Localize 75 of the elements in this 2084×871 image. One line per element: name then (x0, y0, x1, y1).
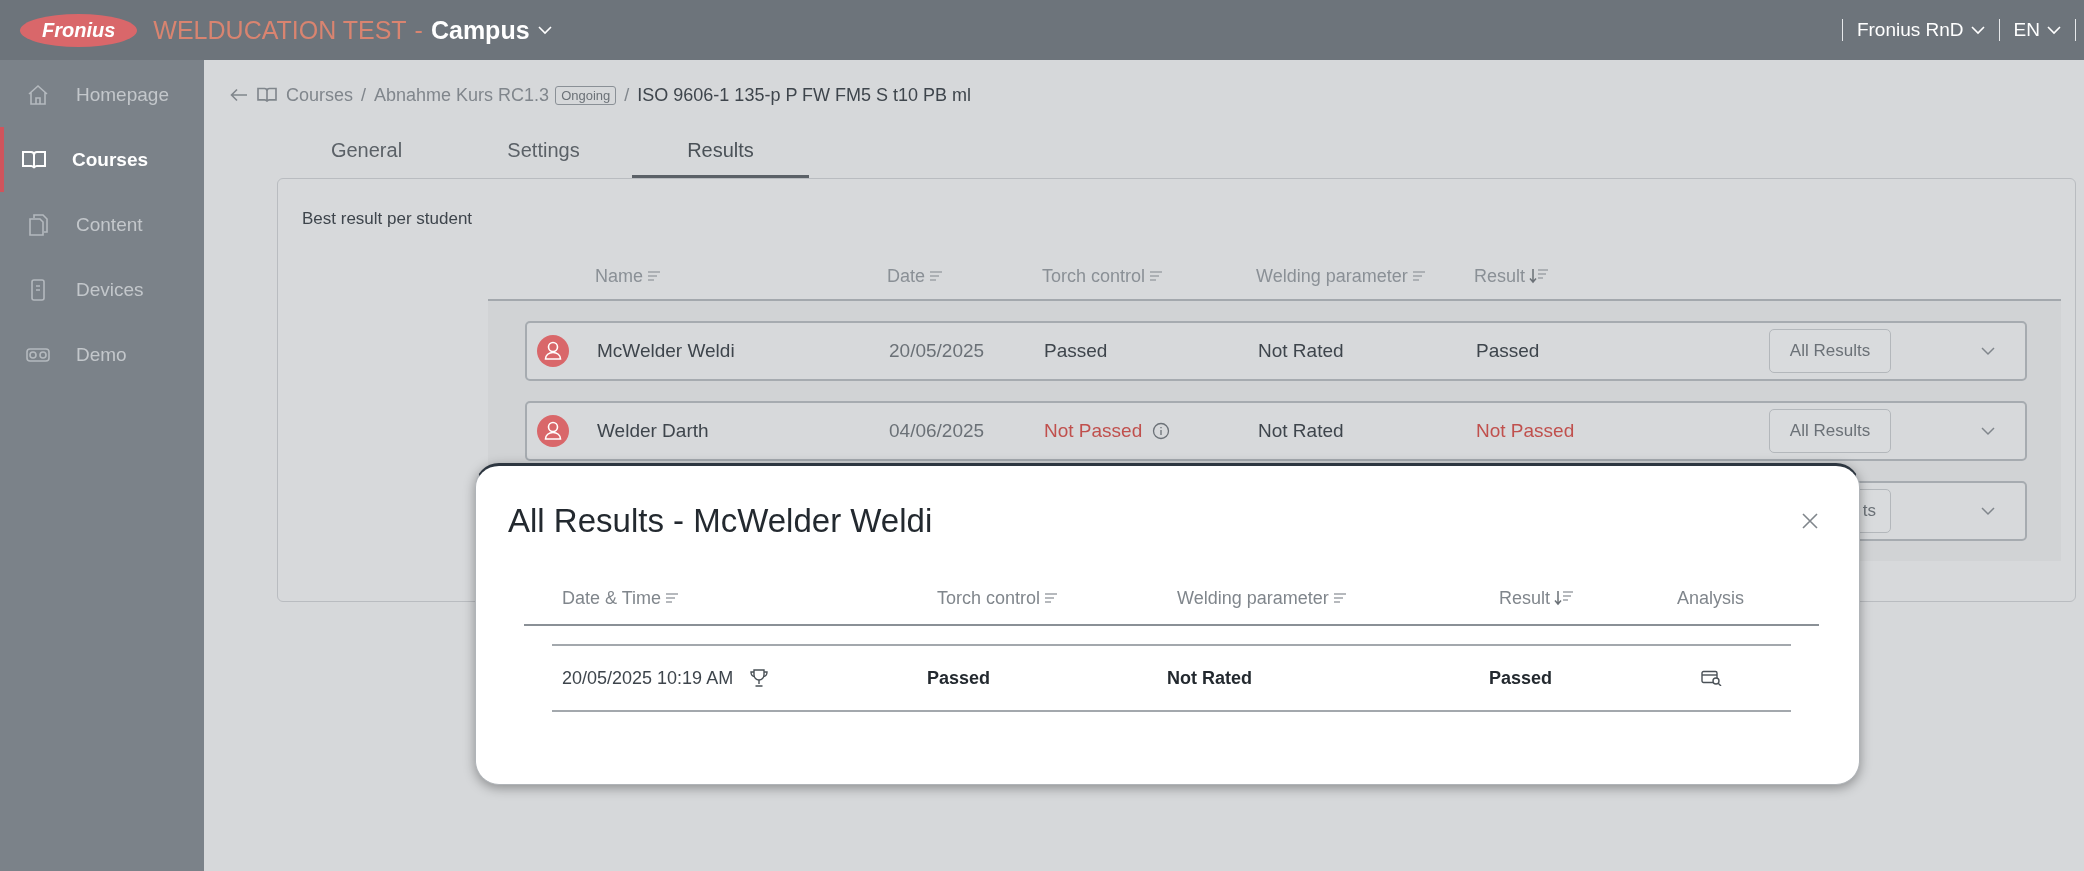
info-icon[interactable] (1152, 422, 1171, 440)
sort-icon[interactable] (665, 592, 680, 604)
column-header[interactable]: Torch control (1042, 265, 1146, 287)
sort-icon[interactable] (1411, 270, 1426, 282)
goggles-icon (25, 345, 51, 364)
column-header[interactable]: Welding parameter (1256, 265, 1408, 287)
breadcrumb-separator: / (624, 84, 630, 106)
chevron-down-icon (1970, 25, 1985, 35)
language-dropdown[interactable]: EN (1999, 19, 2075, 41)
breadcrumb-separator: / (361, 84, 367, 106)
documents-icon (27, 212, 49, 237)
tab[interactable]: Settings (455, 126, 632, 178)
workspace-dropdown[interactable]: Campus (430, 15, 552, 45)
column-header[interactable]: Torch control (937, 587, 1041, 609)
breadcrumb-link[interactable]: Courses (286, 84, 354, 106)
sidebar-item[interactable]: Content (0, 192, 204, 257)
date-text: 04/06/2025 (889, 420, 985, 442)
close-icon (1801, 512, 1819, 530)
sidebar-item[interactable]: Courses (0, 127, 204, 192)
status-text: Passed (927, 667, 991, 689)
app-name: WELDUCATION TEST (153, 15, 407, 45)
sort-descending-icon[interactable] (1554, 590, 1575, 606)
status-text: Not Rated (1258, 340, 1344, 362)
column-header[interactable]: Welding parameter (1177, 587, 1329, 609)
expand-button[interactable] (1980, 506, 1996, 516)
column-header: Analysis (1677, 587, 1745, 609)
status-badge: Ongoing (555, 85, 617, 105)
student-name: McWelder Weldi (597, 340, 735, 362)
book-icon (256, 86, 278, 104)
status-text: Passed (1044, 340, 1108, 362)
phone-icon (29, 277, 47, 302)
breadcrumb-current: ISO 9606-1 135-p P FW FM5 S t10 PB ml (637, 84, 972, 106)
home-icon (26, 82, 50, 107)
status-text: Not Rated (1167, 667, 1252, 689)
book-icon (21, 148, 47, 171)
close-button[interactable] (1801, 512, 1819, 530)
analysis-icon[interactable] (1701, 670, 1723, 686)
back-arrow-icon[interactable] (230, 88, 248, 102)
column-header[interactable]: Result (1499, 587, 1551, 609)
sort-icon[interactable] (1149, 270, 1164, 282)
sidebar-item[interactable]: Homepage (0, 62, 204, 127)
sort-icon[interactable] (1044, 592, 1059, 604)
breadcrumb-link[interactable]: Abnahme Kurs RC1.3 (374, 84, 550, 106)
tab[interactable]: General (278, 126, 455, 178)
sort-icon[interactable] (929, 270, 944, 282)
column-header[interactable]: Name (595, 265, 643, 287)
sort-icon[interactable] (1332, 592, 1347, 604)
column-header[interactable]: Result (1474, 265, 1526, 287)
date-time-text: 20/05/2025 10:19 AM (562, 667, 734, 689)
status-text: Not Passed (1476, 420, 1575, 442)
status-text: Passed (1489, 667, 1553, 689)
avatar-icon (537, 415, 569, 447)
student-name: Welder Darth (597, 420, 709, 442)
sort-descending-icon[interactable] (1529, 268, 1550, 284)
status-text: Not Rated (1258, 420, 1344, 442)
status-text: Passed (1476, 340, 1540, 362)
sidebar-item[interactable]: Demo (0, 322, 204, 387)
sidebar-item[interactable]: Devices (0, 257, 204, 322)
status-text: Not Passed (1044, 420, 1143, 442)
all-results-button[interactable]: All Results (1769, 409, 1891, 453)
chevron-down-icon (2047, 25, 2061, 35)
date-text: 20/05/2025 (889, 340, 985, 362)
expand-button[interactable] (1980, 426, 1996, 436)
account-dropdown[interactable]: Fronius RnD (1842, 19, 1999, 41)
sort-icon[interactable] (647, 270, 661, 282)
title-separator: - (414, 15, 423, 45)
dialog-title: All Results - McWelder Weldi (508, 502, 933, 540)
section-title: Best result per student (302, 209, 474, 229)
logo: Fronius (20, 13, 138, 47)
chevron-down-icon (537, 25, 552, 35)
column-header[interactable]: Date (887, 265, 926, 287)
column-header[interactable]: Date & Time (562, 587, 662, 609)
avatar-icon (537, 335, 569, 367)
all-results-button[interactable]: All Results (1769, 329, 1891, 373)
expand-button[interactable] (1980, 346, 1996, 356)
